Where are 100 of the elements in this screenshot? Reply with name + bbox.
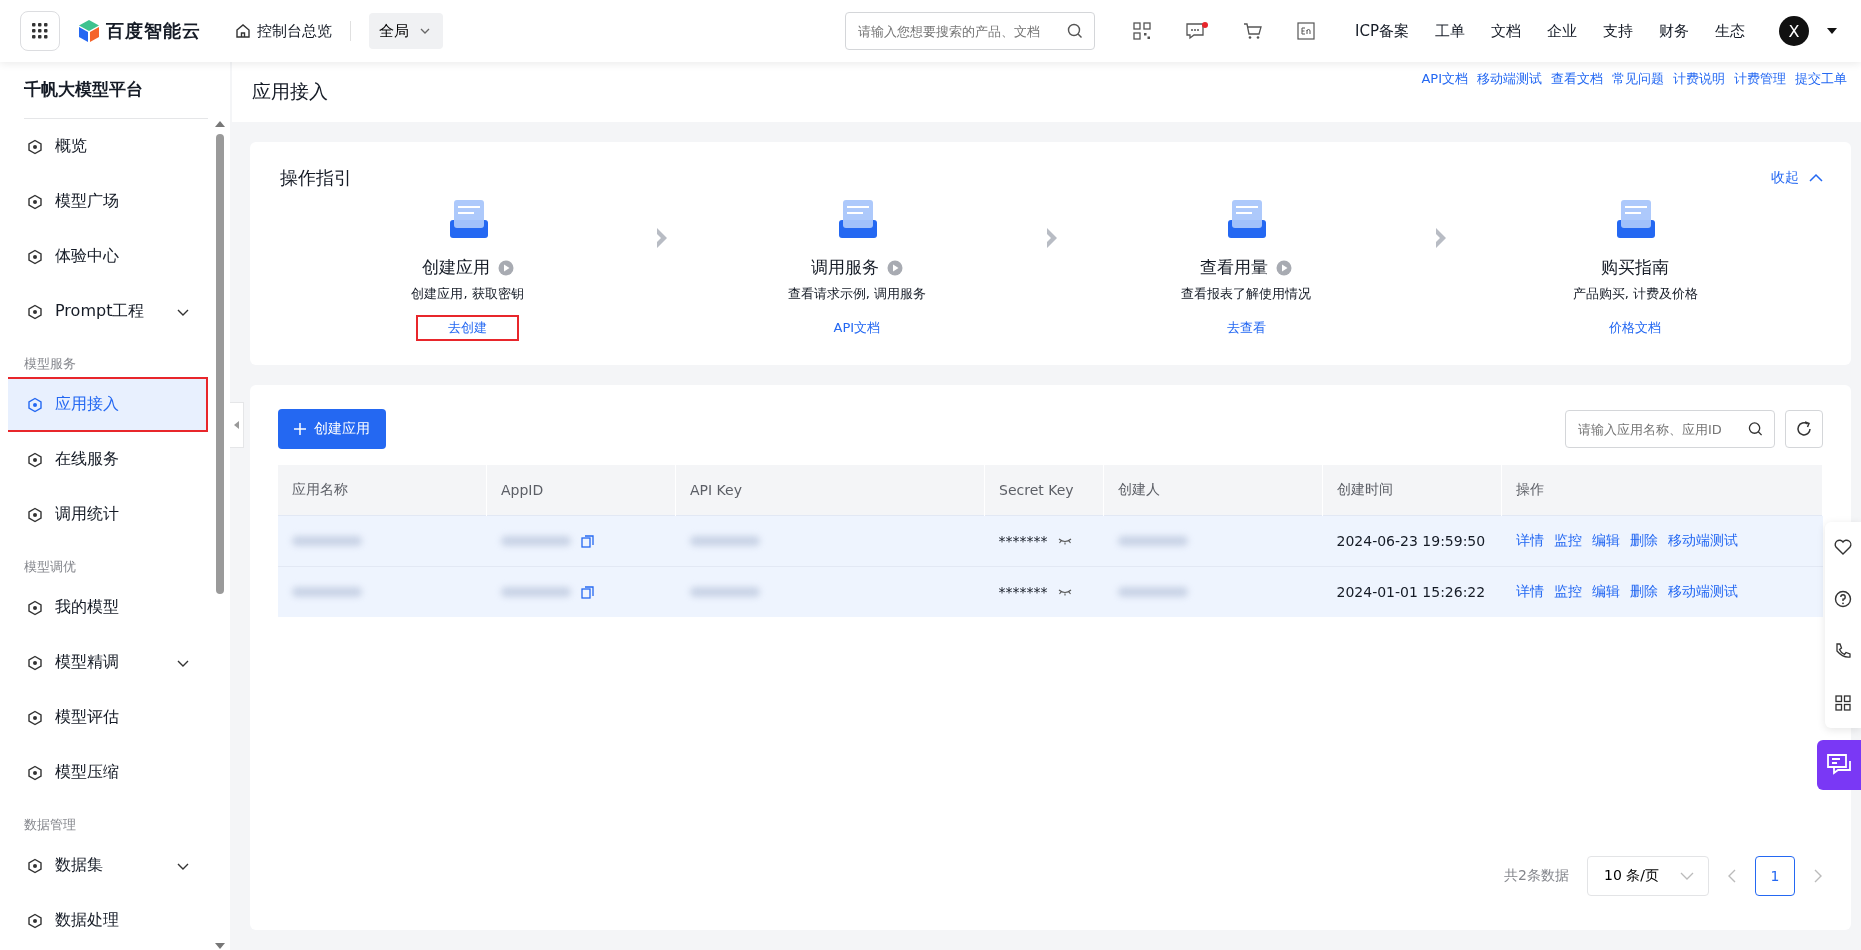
global-search-field[interactable]: 请输入您想要搜索的产品、文档 — [845, 12, 1096, 50]
platform-title: 千帆大模型平台 — [24, 78, 143, 101]
header-link[interactable]: 查看文档 — [1551, 70, 1603, 88]
home-icon — [235, 23, 251, 39]
row-action-link[interactable]: 详情 — [1515, 532, 1544, 550]
eye-closed-icon[interactable] — [1057, 537, 1072, 545]
copy-icon[interactable] — [580, 585, 594, 599]
language-icon[interactable] — [1297, 22, 1316, 40]
menu-item-icon — [27, 764, 43, 781]
collapse-link[interactable]: 收起 — [1771, 169, 1823, 187]
blurred-text — [1117, 587, 1188, 597]
top-nav-link[interactable]: 企业 — [1547, 21, 1577, 41]
scroll-down-icon[interactable] — [215, 942, 225, 950]
refresh-icon — [1795, 420, 1813, 438]
menu-item-icon — [27, 654, 43, 671]
step-description: 产品购买, 计费及价格 — [1572, 285, 1698, 303]
top-nav-link[interactable]: 文档 — [1491, 21, 1521, 41]
header-link[interactable]: 移动端测试 — [1477, 70, 1542, 88]
sidebar-collapse-handle[interactable] — [230, 402, 244, 448]
menu-item-icon — [27, 193, 43, 210]
sidebar-item[interactable]: 模型评估 — [8, 692, 206, 743]
sidebar-item[interactable]: 我的模型 — [8, 582, 206, 633]
sidebar-item[interactable]: 应用接入 — [8, 379, 206, 430]
app-search-field[interactable]: 请输入应用名称、应用ID — [1565, 410, 1775, 448]
cart-icon[interactable] — [1243, 22, 1264, 40]
header-link[interactable]: 常见问题 — [1612, 70, 1664, 88]
blurred-text — [292, 536, 362, 546]
row-action-link[interactable]: 详情 — [1515, 583, 1544, 601]
menu-item-icon — [27, 396, 43, 413]
step-link[interactable]: API文档 — [801, 315, 913, 341]
qr-code-icon[interactable] — [1133, 22, 1152, 40]
header-link[interactable]: API文档 — [1421, 70, 1468, 88]
top-nav-link[interactable]: 工单 — [1435, 21, 1465, 41]
header-link[interactable]: 提交工单 — [1795, 70, 1847, 88]
caret-left-icon — [233, 421, 240, 429]
table-cell: 2024-06-23 19:59:50 — [1336, 533, 1486, 549]
top-nav-link[interactable]: 支持 — [1603, 21, 1633, 41]
scroll-up-icon[interactable] — [215, 120, 225, 128]
step-link[interactable]: 去创建 — [416, 315, 520, 341]
sidebar-item[interactable]: 模型精调 — [8, 637, 206, 688]
table-cell: 2024-01-01 15:26:22 — [1336, 584, 1486, 600]
row-action-link[interactable]: 移动端测试 — [1667, 583, 1738, 601]
sidebar-item[interactable]: 数据集 — [8, 840, 206, 891]
top-nav-link[interactable]: 财务 — [1659, 21, 1689, 41]
menu-item-icon — [27, 912, 43, 929]
grid-icon[interactable] — [1834, 694, 1852, 712]
apps-menu-button[interactable] — [20, 11, 60, 51]
blurred-text — [689, 587, 760, 597]
row-action-link[interactable]: 删除 — [1629, 583, 1658, 601]
column-header: 应用名称 — [278, 465, 487, 516]
copy-icon[interactable] — [580, 534, 594, 548]
row-action-link[interactable]: 监控 — [1553, 532, 1582, 550]
row-action-link[interactable]: 编辑 — [1591, 532, 1620, 550]
sidebar-item[interactable]: Prompt工程 — [8, 286, 206, 337]
column-header: AppID — [486, 465, 676, 516]
page-number-button[interactable]: 1 — [1755, 856, 1795, 896]
column-header: Secret Key — [984, 465, 1104, 516]
sidebar-item[interactable]: 模型广场 — [8, 176, 206, 227]
header-link[interactable]: 计费管理 — [1734, 70, 1786, 88]
step-link[interactable]: 价格文档 — [1577, 315, 1694, 341]
sidebar-item[interactable]: 概览 — [8, 121, 206, 172]
step-title: 调用服务 — [810, 256, 879, 279]
eye-closed-icon[interactable] — [1057, 588, 1072, 596]
page-size-dropdown[interactable]: 10 条/页 — [1587, 856, 1709, 896]
sidebar-group-label: 数据管理 — [23, 816, 77, 834]
sidebar-item[interactable]: 在线服务 — [8, 434, 206, 485]
region-dropdown[interactable]: 全局 — [369, 13, 443, 49]
chevron-right-icon — [655, 226, 670, 250]
refresh-button[interactable] — [1785, 410, 1823, 448]
user-avatar[interactable]: X — [1779, 16, 1809, 46]
row-action-link[interactable]: 监控 — [1553, 583, 1582, 601]
masked-secret: ******* — [998, 533, 1048, 549]
header-link[interactable]: 计费说明 — [1673, 70, 1725, 88]
step-description: 查看请求示例, 调用服务 — [787, 285, 926, 303]
create-app-button[interactable]: 创建应用 — [278, 409, 386, 449]
chat-button[interactable] — [1817, 740, 1861, 790]
row-action-link[interactable]: 删除 — [1629, 532, 1658, 550]
heart-icon[interactable] — [1834, 538, 1852, 556]
blurred-text — [689, 536, 760, 546]
column-header: 创建时间 — [1322, 465, 1502, 516]
sidebar-item[interactable]: 模型压缩 — [8, 747, 206, 798]
scrollbar[interactable] — [214, 120, 226, 950]
chat-icon — [1826, 753, 1852, 777]
search-icon — [1067, 23, 1084, 39]
row-action-link[interactable]: 移动端测试 — [1667, 532, 1738, 550]
row-action-link[interactable]: 编辑 — [1591, 583, 1620, 601]
sidebar-group-label: 模型调优 — [23, 558, 77, 576]
step-link[interactable]: 去查看 — [1194, 315, 1298, 341]
sidebar-item[interactable]: 调用统计 — [8, 489, 206, 540]
search-icon — [1748, 421, 1763, 437]
help-icon[interactable] — [1834, 590, 1852, 608]
sidebar-item[interactable]: 数据处理 — [8, 895, 206, 946]
console-overview-link[interactable]: 控制台总览 — [235, 21, 332, 41]
caret-icon[interactable] — [1827, 27, 1837, 35]
step-title: 购买指南 — [1601, 256, 1670, 279]
sidebar-item[interactable]: 体验中心 — [8, 231, 206, 282]
top-nav-link[interactable]: 生态 — [1715, 21, 1745, 41]
message-icon[interactable] — [1185, 21, 1210, 41]
top-nav-link[interactable]: ICP备案 — [1355, 21, 1409, 41]
phone-icon[interactable] — [1834, 642, 1852, 660]
